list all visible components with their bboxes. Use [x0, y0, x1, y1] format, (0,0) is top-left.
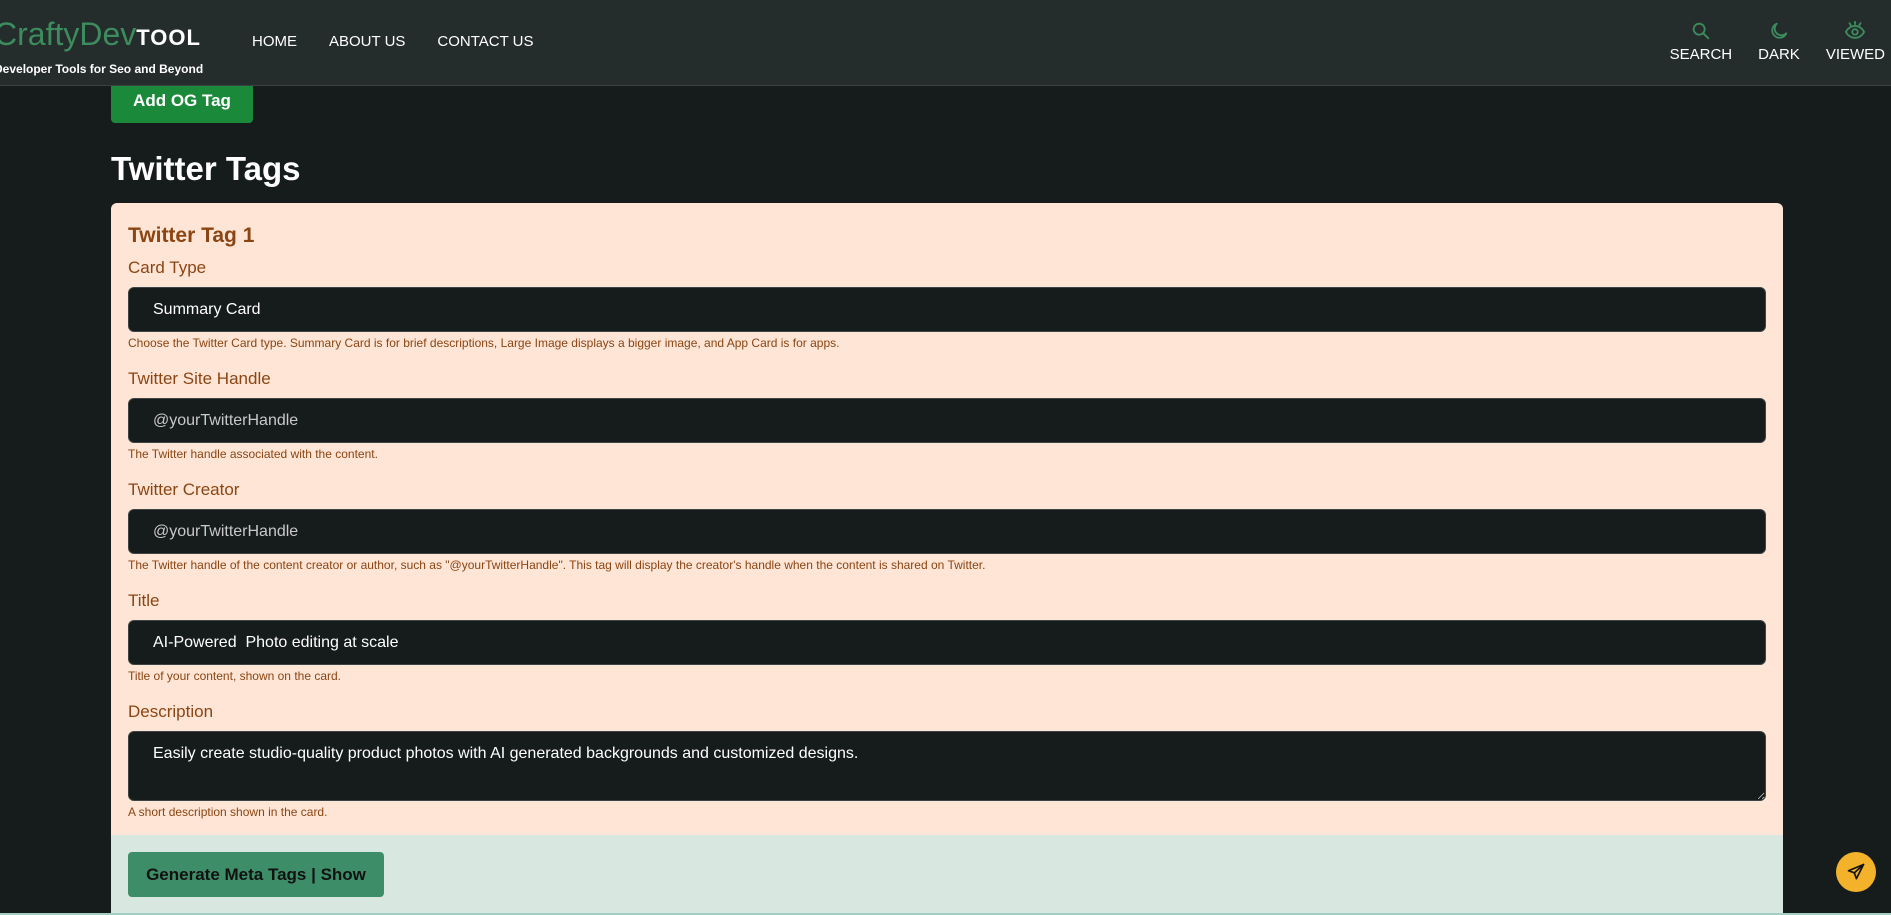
title-help: Title of your content, shown on the card… — [128, 669, 342, 683]
search-icon — [1692, 22, 1710, 40]
send-fab-button[interactable] — [1836, 852, 1876, 892]
nav-link-home[interactable]: HOME — [252, 33, 297, 50]
viewed-label: VIEWED — [1825, 46, 1885, 63]
site-handle-input[interactable] — [128, 398, 1766, 443]
title-input[interactable] — [128, 620, 1766, 665]
brand-tagline: Developer Tools for Seo and Beyond — [0, 62, 204, 76]
moon-icon — [1771, 22, 1788, 39]
brand-name: CraftyDevTOOL — [0, 16, 203, 56]
search-label: SEARCH — [1669, 46, 1733, 63]
card-type-select[interactable] — [128, 287, 1766, 332]
brand-name-part1: CraftyDev — [0, 16, 137, 52]
action-bar: Generate Meta Tags | Show — [111, 835, 1783, 915]
nav-link-contact-us[interactable]: CONTACT US — [437, 33, 533, 50]
creator-help: The Twitter handle of the content creato… — [128, 558, 986, 572]
twitter-tags-heading: Twitter Tags — [111, 150, 301, 187]
creator-input[interactable] — [128, 509, 1766, 554]
eye-icon — [1845, 20, 1866, 39]
generate-meta-tags-button[interactable]: Generate Meta Tags | Show — [128, 852, 384, 897]
brand-logo[interactable]: CraftyDevTOOL Developer Tools for Seo an… — [0, 16, 203, 76]
description-label: Description — [128, 702, 214, 721]
title-label: Title — [128, 591, 160, 610]
dark-label: DARK — [1758, 46, 1800, 63]
nav-link-about-us[interactable]: ABOUT US — [329, 33, 405, 50]
site-handle-label: Twitter Site Handle — [128, 369, 271, 388]
description-textarea[interactable]: Easily create studio-quality product pho… — [128, 731, 1766, 801]
search-button[interactable]: SEARCH — [1669, 20, 1733, 63]
brand-name-part2: TOOL — [136, 25, 201, 50]
dark-mode-toggle[interactable]: DARK — [1758, 20, 1800, 63]
creator-label: Twitter Creator — [128, 480, 240, 499]
twitter-tag-card: Twitter Tag 1 Card Type Choose the Twitt… — [111, 203, 1783, 915]
twitter-tag-title: Twitter Tag 1 — [128, 224, 255, 247]
viewed-button[interactable]: VIEWED — [1826, 20, 1885, 63]
card-type-help: Choose the Twitter Card type. Summary Ca… — [128, 336, 840, 350]
card-type-label: Card Type — [128, 258, 207, 277]
site-handle-help: The Twitter handle associated with the c… — [128, 447, 378, 461]
nav-tools: SEARCH DARK VIEWED — [1644, 20, 1885, 63]
send-icon — [1847, 863, 1865, 880]
main-nav: HOME ABOUT US CONTACT US — [252, 33, 566, 50]
top-navbar: CraftyDevTOOL Developer Tools for Seo an… — [0, 0, 1891, 86]
description-help: A short description shown in the card. — [128, 805, 328, 819]
